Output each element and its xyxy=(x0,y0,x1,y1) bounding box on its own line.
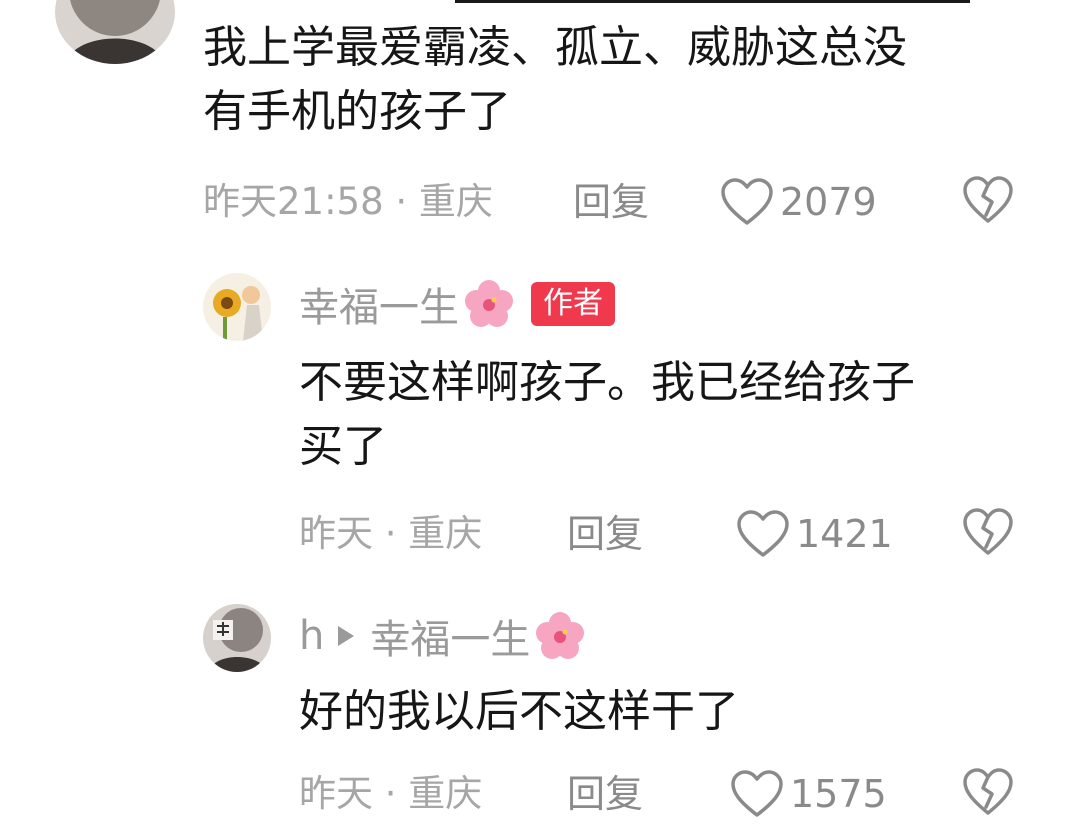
reply-button[interactable]: 回复 xyxy=(567,504,643,564)
reply-button[interactable]: 回复 xyxy=(573,172,649,232)
hibiscus-flower-icon xyxy=(465,280,513,327)
comment-text-line: 好的我以后不这样干了 xyxy=(299,686,739,737)
like-count: 1421 xyxy=(796,512,893,556)
avatar[interactable] xyxy=(55,0,175,64)
comment-text: 好的我以后不这样干了 xyxy=(299,680,739,744)
hibiscus-flower-icon xyxy=(536,612,585,659)
like-count: 1575 xyxy=(790,772,887,816)
top-divider xyxy=(455,0,970,3)
reply-header: h 幸福一生 xyxy=(299,606,586,666)
comment-meta: 昨天 · 重庆 xyxy=(299,512,483,555)
comment-text: 我上学最爱霸凌、孤立、威胁这总没 有手机的孩子了 xyxy=(203,16,907,144)
comment-meta: 昨天 · 重庆 xyxy=(299,772,483,815)
play-triangle-icon xyxy=(338,626,355,646)
username[interactable]: 幸福一生 xyxy=(299,275,459,333)
username[interactable]: h xyxy=(299,613,324,659)
heart-outline-icon xyxy=(721,178,773,225)
dislike-button[interactable] xyxy=(962,767,1014,817)
avatar[interactable] xyxy=(203,604,271,672)
broken-heart-icon xyxy=(963,508,1013,555)
comment-text-line: 不要这样啊孩子。我已经给孩子 xyxy=(299,357,915,408)
like-button[interactable]: 1575 xyxy=(730,764,887,824)
dislike-button[interactable] xyxy=(962,507,1014,557)
like-button[interactable]: 2079 xyxy=(720,172,877,232)
like-button[interactable]: 1421 xyxy=(736,504,893,564)
reply-button[interactable]: 回复 xyxy=(567,764,643,824)
comment-text-line: 买了 xyxy=(299,421,387,472)
broken-heart-icon xyxy=(963,768,1013,815)
reply-header: 幸福一生 作者 xyxy=(299,274,615,334)
avatar[interactable] xyxy=(203,273,271,341)
dislike-button[interactable] xyxy=(962,175,1014,225)
reply-to-username[interactable]: 幸福一生 xyxy=(370,607,530,665)
comment-text-line: 我上学最爱霸凌、孤立、威胁这总没 xyxy=(203,22,907,73)
author-badge: 作者 xyxy=(531,282,615,326)
heart-outline-icon xyxy=(731,770,783,817)
heart-outline-icon xyxy=(737,510,789,557)
like-count: 2079 xyxy=(780,180,877,224)
comment-text-line: 有手机的孩子了 xyxy=(203,86,511,137)
comment-text: 不要这样啊孩子。我已经给孩子 买了 xyxy=(299,351,915,479)
broken-heart-icon xyxy=(963,176,1013,223)
comment-meta: 昨天21:58 · 重庆 xyxy=(203,180,493,223)
